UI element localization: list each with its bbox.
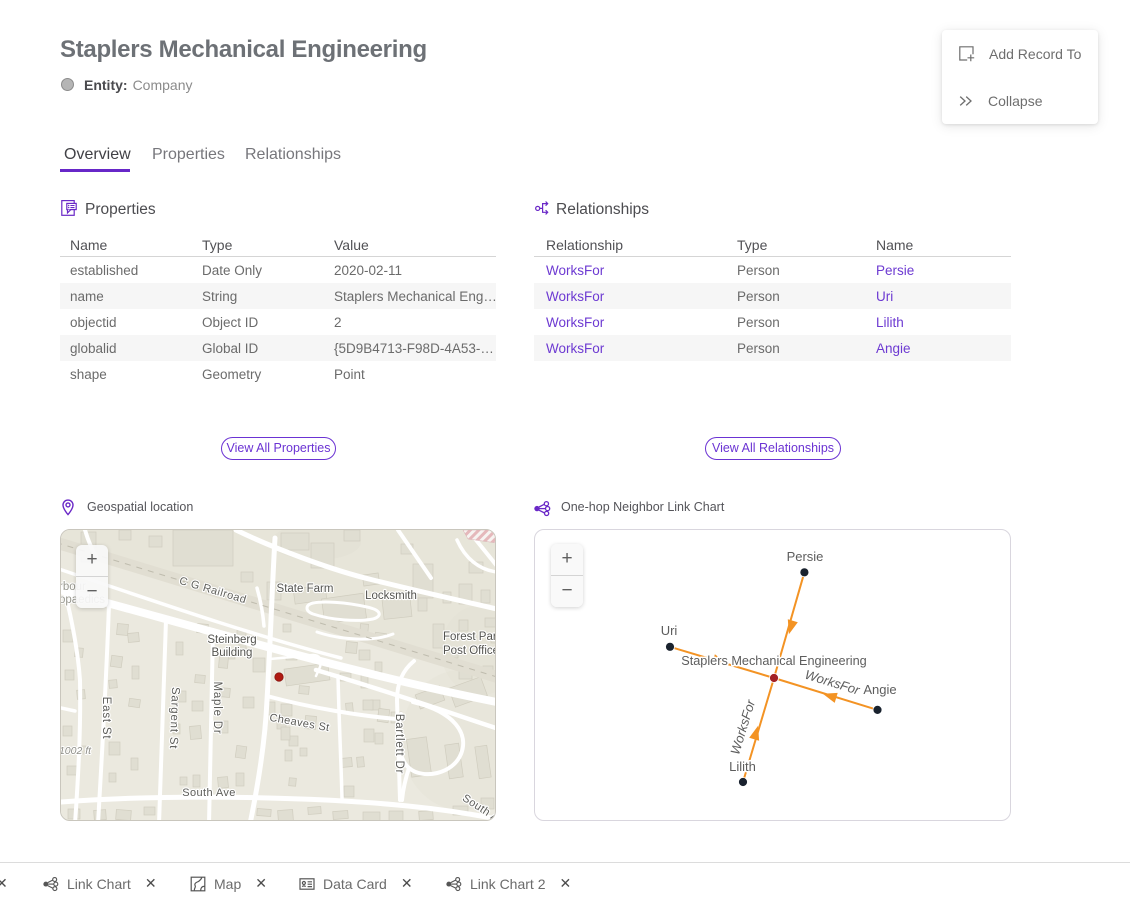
svg-text:East St: East St	[100, 697, 112, 740]
svg-text:Steinberg: Steinberg	[207, 634, 256, 646]
svg-text:State Farm: State Farm	[277, 583, 334, 595]
svg-text:Maple Dr: Maple Dr	[211, 681, 223, 734]
svg-text:Sargent St: Sargent St	[167, 687, 181, 750]
svg-text:1002 ft: 1002 ft	[61, 745, 92, 757]
svg-text:Angie: Angie	[863, 682, 896, 697]
svg-text:Lilith: Lilith	[729, 759, 756, 774]
svg-text:Building: Building	[212, 647, 253, 659]
svg-text:Locksmith: Locksmith	[365, 590, 417, 602]
svg-text:WorksFor: WorksFor	[803, 667, 862, 698]
svg-text:Post Office: Post Office	[443, 645, 496, 657]
svg-text:Bartlett Dr: Bartlett Dr	[393, 714, 405, 775]
svg-text:Persie: Persie	[787, 549, 824, 564]
svg-text:Forest Park: Forest Park	[443, 631, 496, 643]
svg-text:Staplers Mechanical Engineerin: Staplers Mechanical Engineering	[681, 654, 867, 668]
svg-text:Uri: Uri	[661, 623, 678, 638]
svg-text:South Ave: South Ave	[182, 787, 236, 799]
